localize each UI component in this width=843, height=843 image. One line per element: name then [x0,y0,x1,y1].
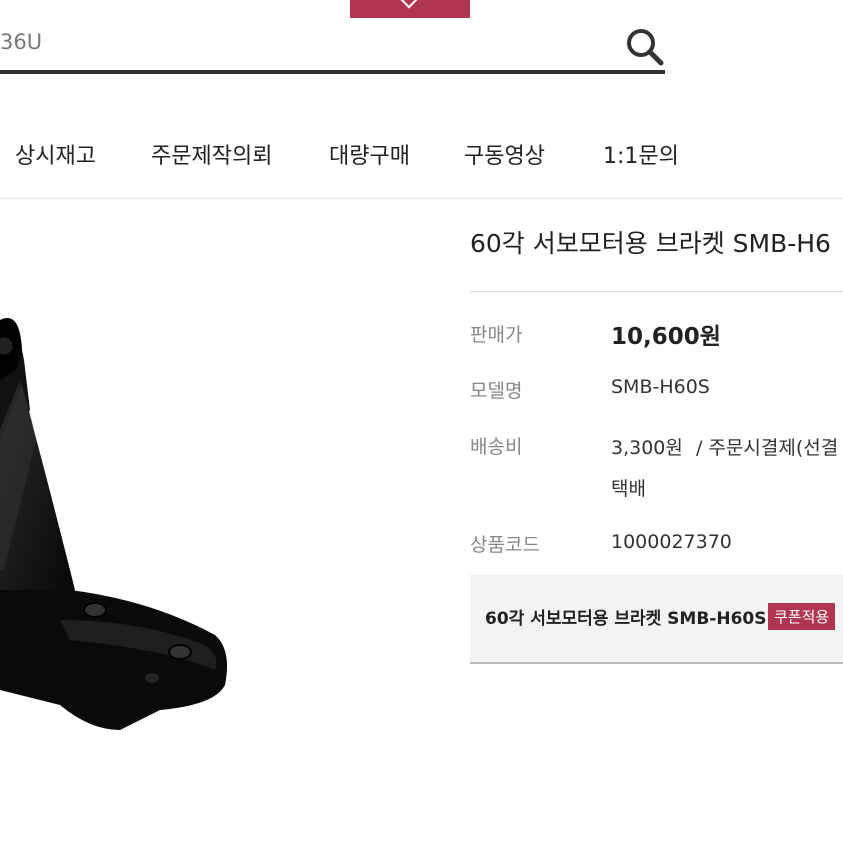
nav-item-bulk-purchase[interactable]: 대량구매 [329,138,410,170]
option-name: 60각 서보모터용 브라켓 SMB-H60S [485,609,767,629]
nav-item-inquiry[interactable]: 1:1문의 [603,138,679,170]
code-value: 1000027370 [611,531,732,553]
price-value: 10,600원 [611,324,721,350]
main-nav: 상시재고 주문제작의뢰 대량구매 구동영상 1:1문의 [0,130,843,180]
search-button[interactable] [623,26,667,66]
code-label: 상품코드 [470,534,540,556]
search-icon [627,29,664,66]
selected-option: 60각 서보모터용 브라켓 SMB-H60S 쿠폰적용 [470,574,843,664]
chevron-down-icon [400,0,418,9]
product-title: 60각 서보모터용 브라켓 SMB-H6 [470,229,831,258]
shipping-type: 택배 [611,478,646,500]
nav-item-stock[interactable]: 상시재고 [15,138,96,170]
model-value: SMB-H60S [611,376,710,398]
top-collapse-tab[interactable] [350,0,470,18]
shipping-fee: 3,300원 [611,437,683,459]
shipping-label: 배송비 [470,436,523,458]
nav-item-video[interactable]: 구동영상 [464,138,545,170]
model-label: 모델명 [470,380,523,402]
search-bar [0,18,665,74]
product-image [0,290,240,740]
search-input[interactable] [0,24,600,60]
shipping-method: / 주문시결제(선결 [696,437,839,459]
title-divider [470,291,843,292]
nav-divider [0,198,843,199]
coupon-badge[interactable]: 쿠폰적용 [768,603,836,630]
nav-item-custom-order[interactable]: 주문제작의뢰 [151,138,272,170]
price-label: 판매가 [470,324,523,346]
